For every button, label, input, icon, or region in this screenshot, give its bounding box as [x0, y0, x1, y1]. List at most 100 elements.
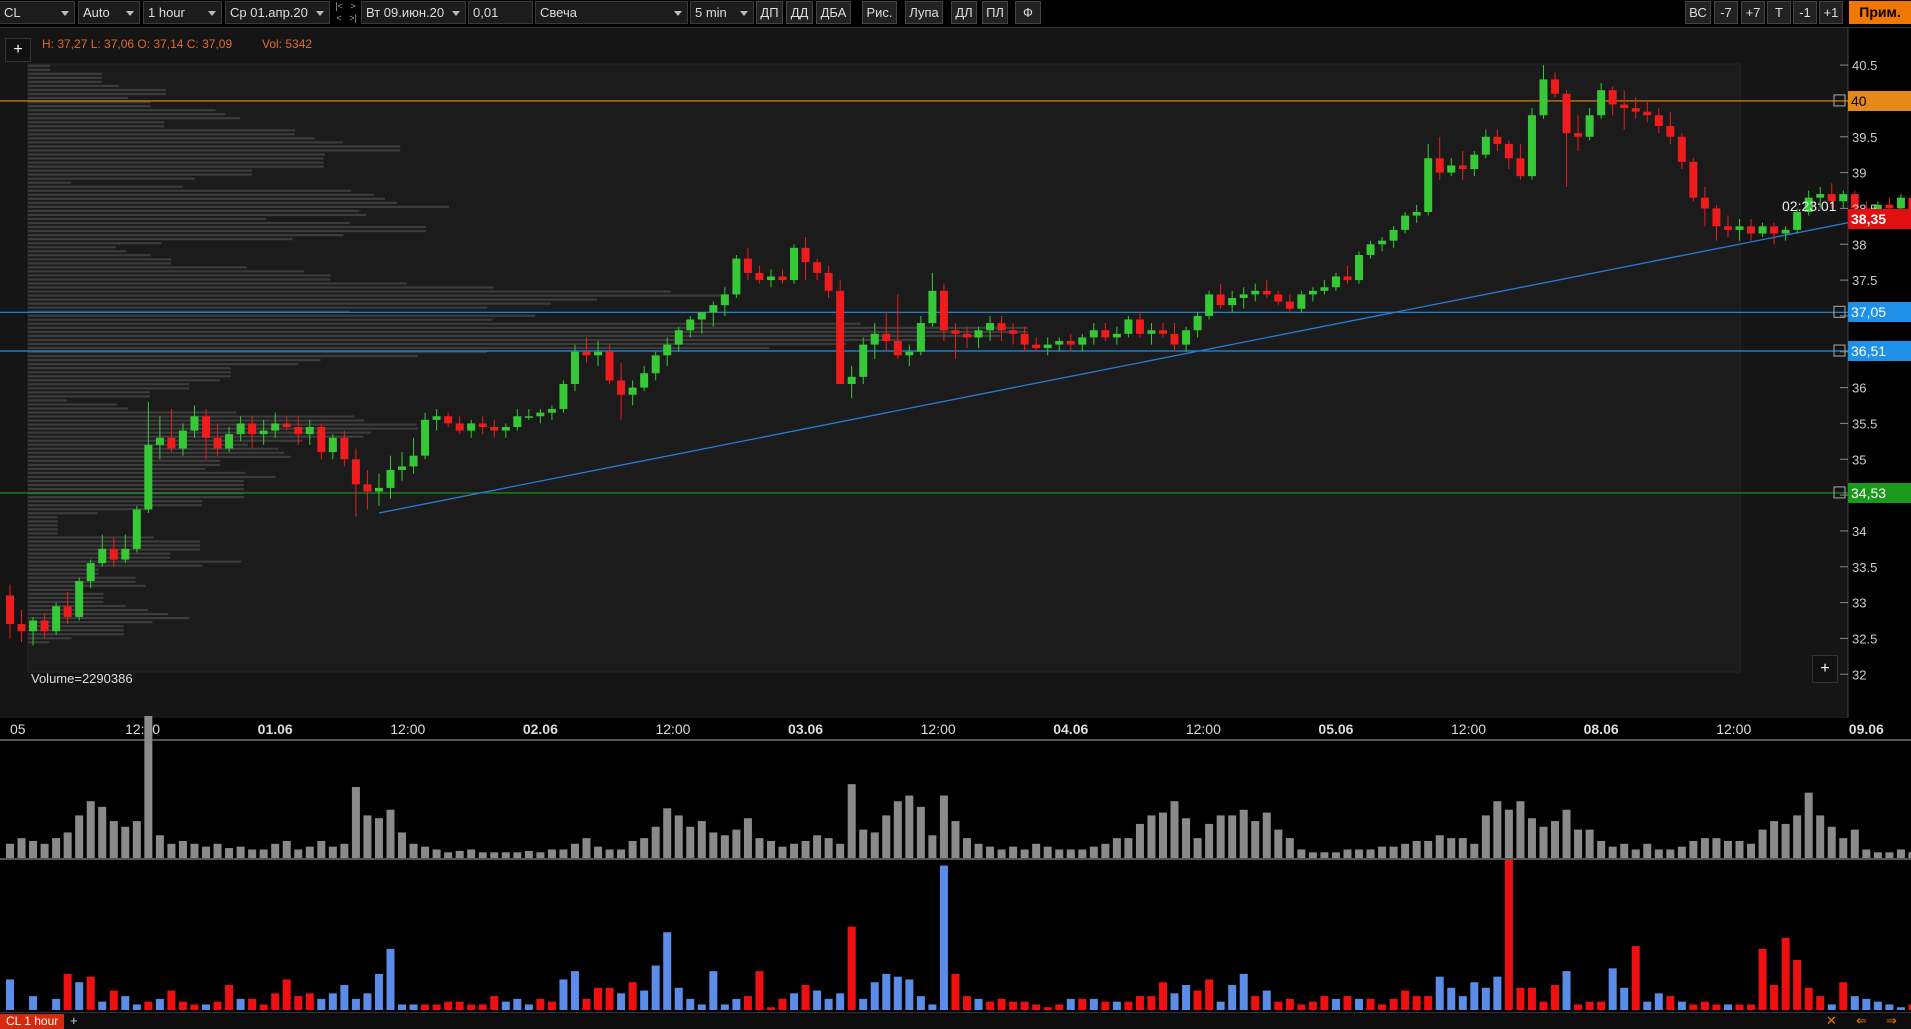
scroll-right-icon[interactable]: ⇒ [1886, 1013, 1897, 1029]
pl-button[interactable]: ПЛ [982, 1, 1008, 24]
delta-bar [962, 996, 971, 1010]
delta-bar [1896, 1007, 1905, 1010]
candle-body [1331, 276, 1340, 288]
add-panel-button[interactable]: + [1812, 655, 1838, 683]
period-select[interactable]: 1 hour [143, 1, 222, 24]
candle-body [1297, 294, 1306, 309]
volume-bar [1262, 812, 1271, 858]
volume-bar [1666, 849, 1675, 858]
candle-body [928, 290, 937, 324]
level-price-label[interactable]: 36,51 [1848, 341, 1911, 362]
dd-button[interactable]: ДД [786, 1, 813, 24]
level-price-label[interactable]: 40 [1848, 90, 1911, 111]
profile-bar [28, 209, 360, 213]
candle-body [1009, 330, 1018, 334]
profile-bar [28, 68, 50, 71]
delta-bar [213, 1001, 222, 1010]
date-to-field[interactable]: Вт 09.июн.20 [361, 1, 466, 24]
delta-bar [328, 993, 337, 1010]
t-button[interactable]: Т [1767, 1, 1791, 24]
profile-bar [28, 225, 426, 229]
delta-bar [755, 971, 764, 1010]
draw-button[interactable]: Рис. [862, 1, 897, 24]
candle-body [1101, 330, 1110, 338]
level-price-label[interactable]: 34,53 [1848, 482, 1911, 503]
profile-bar [28, 157, 324, 160]
delta-bar [1366, 998, 1375, 1010]
profile-period-select[interactable]: 5 min [690, 1, 754, 24]
delta-bar [905, 979, 914, 1010]
delta-bar [778, 998, 787, 1010]
chart-style-select[interactable]: Свеча [535, 1, 688, 24]
volume-bar [490, 852, 499, 858]
profile-bar [28, 363, 299, 366]
dl-button[interactable]: ДЛ [951, 1, 977, 24]
candle-body [1378, 240, 1387, 245]
volume-bar [1159, 812, 1167, 858]
profile-bar [28, 238, 293, 241]
profile-bar [28, 338, 926, 342]
vs-button[interactable]: ВС [1685, 1, 1711, 24]
volume-bar [225, 848, 234, 858]
delta-bar [282, 979, 291, 1010]
add-indicator-button[interactable]: + [5, 38, 31, 62]
delta-bar [1355, 998, 1364, 1010]
candle-body [1620, 104, 1629, 109]
scale-mode-select[interactable]: Auto [78, 1, 140, 24]
chart-canvas[interactable]: 3232.53333.53434.53535.53636.53737.53838… [0, 28, 1911, 1012]
candle-body [1216, 294, 1225, 306]
toolbar: CL Auto 1 hour Ср 01.апр.20 |< < > >| Вт 0… [0, 0, 1911, 28]
delta-bar [1723, 1004, 1732, 1010]
candle-body [363, 484, 372, 492]
candle-body [398, 466, 407, 470]
notes-button[interactable]: Прим. [1849, 1, 1911, 24]
volume-bar [801, 840, 810, 858]
plus1-button[interactable]: +1 [1819, 1, 1843, 24]
plus7-button[interactable]: +7 [1741, 1, 1765, 24]
candle-body [1700, 197, 1709, 209]
candle-body [594, 351, 603, 356]
magnifier-button[interactable]: Лупа [905, 1, 943, 24]
filter-button[interactable]: Ф [1015, 1, 1041, 24]
candle-body [271, 423, 280, 431]
candle-body [1320, 287, 1329, 291]
profile-bar [28, 141, 343, 144]
time-tick-label: 12:00 [1451, 721, 1486, 737]
add-tab-button[interactable]: + [70, 1013, 78, 1028]
profile-bar [28, 72, 102, 75]
dp-button[interactable]: ДП [756, 1, 783, 24]
dba-button[interactable]: ДБА [816, 1, 851, 24]
profile-bar [28, 242, 162, 245]
delta-bar [1124, 1001, 1133, 1010]
profile-bar [28, 395, 150, 398]
candle-body [997, 323, 1006, 331]
delta-bar [547, 1001, 556, 1010]
price-tick-label: 39.5 [1852, 130, 1877, 145]
delta-bar [986, 1001, 995, 1010]
volume-bar [1124, 838, 1133, 858]
date-from-arrows[interactable]: |< < [333, 0, 345, 26]
minus7-button[interactable]: -7 [1714, 1, 1738, 24]
level-price-label[interactable]: 37,05 [1848, 302, 1911, 323]
delta-bar [836, 993, 845, 1010]
profile-bar [28, 193, 375, 196]
volume-bar [1135, 823, 1144, 858]
minus1-button[interactable]: -1 [1793, 1, 1817, 24]
volume-bar [1101, 843, 1110, 858]
tick-size-field[interactable]: 0,01 [468, 1, 533, 24]
collapse-icon[interactable]: ✕ [1826, 1013, 1837, 1029]
candle-body [455, 423, 464, 431]
candle-body [605, 351, 614, 381]
delta-bar [1389, 998, 1398, 1010]
volume-bar [1516, 801, 1525, 858]
date-from-field[interactable]: Ср 01.апр.20 [225, 1, 330, 24]
profile-bar [28, 121, 165, 124]
symbol-select[interactable]: CL [0, 1, 75, 24]
delta-bar [1747, 1004, 1756, 1010]
date-to-arrows[interactable]: > >| [347, 0, 359, 26]
candle-body [1574, 133, 1583, 137]
candle-body [1896, 197, 1905, 209]
chart-tab[interactable]: CL 1 hour [0, 1014, 65, 1029]
profile-bar [28, 592, 104, 595]
scroll-left-icon[interactable]: ⇐ [1856, 1013, 1867, 1029]
